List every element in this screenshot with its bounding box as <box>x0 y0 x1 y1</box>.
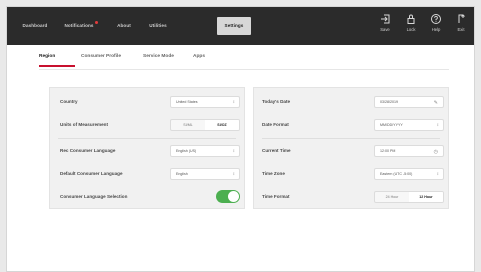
rec-language-label: Rec Consumer Language <box>60 148 116 153</box>
current-time-row: Current Time 12:00 PM ◷ <box>254 145 448 159</box>
time-zone-row: Time Zone Eastern (UTC -5:00) ↕ <box>254 168 448 182</box>
units-option-ml[interactable]: SI/ML <box>171 120 205 130</box>
rec-language-row: Rec Consumer Language English (US) ↕ <box>50 145 244 159</box>
todays-date-value: 03/28/2019 <box>380 100 398 104</box>
nav-tab-label: Utilities <box>149 23 167 28</box>
language-selection-row: Consumer Language Selection <box>50 190 244 205</box>
top-nav-bar: Dashboard Notifications About Utilities … <box>7 7 474 45</box>
save-icon <box>375 13 395 25</box>
chevron-down-icon: ↕ <box>232 99 235 104</box>
nav-tab-label: About <box>117 23 131 28</box>
rec-language-value: English (US) <box>176 149 197 153</box>
current-time-field[interactable]: 12:00 PM ◷ <box>374 145 444 157</box>
save-button[interactable]: Save <box>375 13 395 32</box>
rec-language-select[interactable]: English (US) ↕ <box>170 145 240 157</box>
default-language-row: Default Consumer Language English ↕ <box>50 168 244 182</box>
nav-tab-notifications[interactable]: Notifications <box>55 17 107 35</box>
nav-tab-label: Settings <box>224 23 244 28</box>
help-button[interactable]: Help <box>426 13 446 32</box>
nav-tab-utilities[interactable]: Utilities <box>141 17 175 35</box>
country-row: Country United States ↕ <box>50 96 244 110</box>
language-selection-toggle[interactable] <box>216 190 240 203</box>
time-format-option-24[interactable]: 24 Hour <box>375 192 409 202</box>
lock-icon <box>401 13 421 25</box>
subtab-region[interactable]: Region <box>39 54 55 59</box>
exit-icon <box>451 13 471 25</box>
language-selection-label: Consumer Language Selection <box>60 194 128 199</box>
chevron-down-icon: ↕ <box>232 148 235 153</box>
time-format-toggle[interactable]: 24 Hour 12 Hour <box>374 191 444 203</box>
units-option-oz[interactable]: SI/OZ <box>205 120 239 130</box>
chevron-down-icon: ↕ <box>436 171 439 176</box>
toggle-knob <box>228 191 239 202</box>
subtab-service-mode[interactable]: Service Mode <box>143 54 174 59</box>
subtab-divider <box>39 69 449 70</box>
date-format-row: Date Format MM/DD/YYYY ↕ <box>254 119 448 133</box>
units-label: Units of Measurement <box>60 122 108 127</box>
lock-button[interactable]: Lock <box>401 13 421 32</box>
default-language-select[interactable]: English ↕ <box>170 168 240 180</box>
todays-date-label: Today's Date <box>262 99 291 104</box>
country-value: United States <box>176 100 198 104</box>
notification-dot <box>94 21 98 24</box>
region-right-panel: Today's Date 03/28/2019 ✎ Date Format MM… <box>253 87 449 209</box>
nav-tab-label: Notifications <box>64 23 94 28</box>
todays-date-field[interactable]: 03/28/2019 ✎ <box>374 96 444 108</box>
units-toggle[interactable]: SI/ML SI/OZ <box>170 119 240 131</box>
chevron-down-icon: ↕ <box>232 171 235 176</box>
chevron-down-icon: ↕ <box>436 122 439 127</box>
clock-icon: ◷ <box>433 149 438 155</box>
time-zone-value: Eastern (UTC -5:00) <box>380 172 413 176</box>
subtab-apps[interactable]: Apps <box>193 54 205 59</box>
nav-tab-label: Dashboard <box>22 23 48 28</box>
date-format-label: Date Format <box>262 122 289 127</box>
time-format-option-12[interactable]: 12 Hour <box>409 192 443 202</box>
time-zone-select[interactable]: Eastern (UTC -5:00) ↕ <box>374 168 444 180</box>
section-divider <box>58 138 236 139</box>
time-format-row: Time Format 24 Hour 12 Hour <box>254 191 448 205</box>
save-label: Save <box>380 27 390 32</box>
time-format-label: Time Format <box>262 194 290 199</box>
help-label: Help <box>431 27 441 32</box>
country-select[interactable]: United States ↕ <box>170 96 240 108</box>
country-label: Country <box>60 99 78 104</box>
date-format-value: MM/DD/YYYY <box>380 123 403 127</box>
section-divider <box>262 138 440 139</box>
help-icon <box>426 13 446 25</box>
todays-date-row: Today's Date 03/28/2019 ✎ <box>254 96 448 110</box>
exit-label: Exit <box>457 27 465 32</box>
date-format-select[interactable]: MM/DD/YYYY ↕ <box>374 119 444 131</box>
nav-tab-about[interactable]: About <box>111 17 137 35</box>
subtab-consumer-profile[interactable]: Consumer Profile <box>81 54 121 59</box>
units-row: Units of Measurement SI/ML SI/OZ <box>50 119 244 133</box>
app-window: Dashboard Notifications About Utilities … <box>6 6 475 272</box>
nav-tab-settings[interactable]: Settings <box>217 17 251 35</box>
current-time-label: Current Time <box>262 148 291 153</box>
nav-tab-dashboard[interactable]: Dashboard <box>17 17 53 35</box>
current-time-value: 12:00 PM <box>380 149 396 153</box>
exit-button[interactable]: Exit <box>451 13 471 32</box>
default-language-value: English <box>176 172 188 176</box>
active-subtab-indicator <box>39 65 75 67</box>
pencil-icon: ✎ <box>433 100 438 106</box>
region-left-panel: Country United States ↕ Units of Measure… <box>49 87 245 209</box>
time-zone-label: Time Zone <box>262 171 285 176</box>
lock-label: Lock <box>406 27 416 32</box>
default-language-label: Default Consumer Language <box>60 171 123 176</box>
